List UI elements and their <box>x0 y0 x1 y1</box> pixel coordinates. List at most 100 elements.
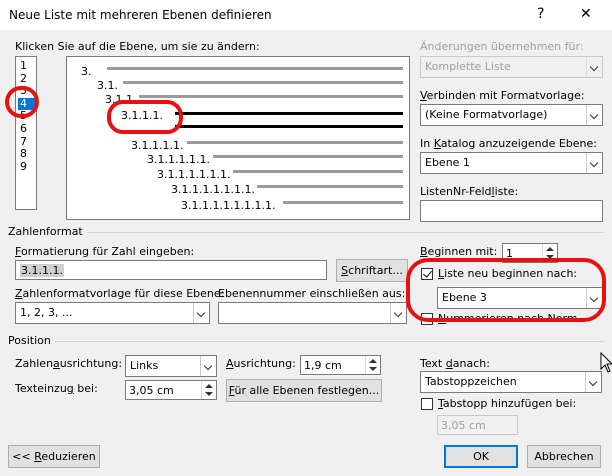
apply-changes-label: Änderungen übernehmen für: <box>420 40 584 53</box>
level-item[interactable]: 4 <box>18 97 36 110</box>
title-bar: Neue Liste mit mehreren Ebenen definiere… <box>0 0 612 30</box>
align-at-spinner[interactable] <box>365 356 380 374</box>
preview-line <box>187 141 403 144</box>
chevron-down-icon <box>586 105 602 125</box>
level-item[interactable]: 7 <box>18 135 36 148</box>
spinner-down-icon <box>369 367 377 371</box>
link-style-label: Verbinden mit Formatvorlage: <box>420 89 585 102</box>
follow-select[interactable]: Tabstoppzeichen <box>420 371 602 393</box>
chevron-down-icon <box>193 303 209 323</box>
level-item[interactable]: 5 <box>18 110 36 122</box>
listnum-label: ListenNr-Feldliste: <box>420 185 519 198</box>
follow-value: Tabstoppzeichen <box>425 375 517 388</box>
indent-input[interactable]: 3,05 cm <box>125 380 217 400</box>
include-level-select[interactable] <box>218 302 407 324</box>
preview-line <box>213 155 403 158</box>
apply-changes-select: Komplette Liste <box>420 56 603 78</box>
chevron-down-icon <box>586 153 602 173</box>
start-at-spinner[interactable] <box>542 244 557 262</box>
level-item[interactable]: 1 <box>18 60 36 72</box>
preview-number: 3.1.1.1.1.1.1.1.1. <box>181 199 276 212</box>
level-item[interactable]: 2 <box>18 72 36 85</box>
start-at-input[interactable]: 1 <box>502 243 558 263</box>
number-align-select[interactable]: Links <box>125 355 217 377</box>
restart-level-select[interactable]: Ebene 3 <box>437 287 603 309</box>
level-list[interactable]: 123456789 <box>15 56 37 210</box>
preview-number: 3.1.1.1.1.1.1. <box>157 168 231 181</box>
position-divider <box>8 341 604 342</box>
preview-number: 3.1.1.1. <box>121 109 163 122</box>
level-preview: 3. 3.1. 3.1.1. 3.1.1.1. 3.1.1.1.1. 3.1.1.1.1.… <box>66 56 410 220</box>
listnum-input[interactable] <box>420 200 603 222</box>
format-input[interactable]: 3.1.1.1. <box>15 260 327 280</box>
chevron-down-icon <box>586 57 602 77</box>
help-icon[interactable]: ? <box>537 6 544 22</box>
restart-checkbox[interactable] <box>421 268 433 280</box>
format-label: Formatierung für Zahl eingeben: <box>15 245 195 258</box>
chevron-down-icon <box>200 356 216 376</box>
spinner-up-icon <box>369 359 377 363</box>
preview-number: 3. <box>81 65 92 78</box>
number-style-select[interactable]: 1, 2, 3, ... <box>15 302 210 324</box>
spinner-up-icon <box>205 384 213 388</box>
follow-label: Text danach: <box>420 357 490 370</box>
restart-level-value: Ebene 3 <box>442 291 487 304</box>
preview-number: 3.1.1. <box>105 93 137 106</box>
spinner-down-icon <box>546 255 554 259</box>
level-item[interactable]: 8 <box>18 148 36 160</box>
gallery-level-select[interactable]: Ebene 1 <box>420 152 603 174</box>
chevron-down-icon <box>586 288 602 308</box>
preview-line <box>233 170 403 173</box>
preview-number: 3.1.1.1.1.1. <box>147 153 210 166</box>
number-format-group-label: Zahlenformat <box>8 225 87 238</box>
apply-changes-value: Komplette Liste <box>425 60 511 73</box>
preview-line <box>175 112 403 115</box>
preview-line <box>107 67 403 70</box>
less-button[interactable]: << Reduzieren <box>8 445 100 468</box>
legal-checkbox[interactable] <box>421 313 433 325</box>
align-at-label: Ausrichtung: <box>226 357 296 370</box>
link-style-value: (Keine Formatvorlage) <box>425 108 548 121</box>
level-picker-label: Klicken Sie auf die Ebene, um sie zu änd… <box>15 40 260 53</box>
level-item[interactable]: 6 <box>18 123 36 135</box>
set-all-levels-button[interactable]: Für alle Ebenen festlegen... <box>226 379 382 402</box>
spinner-up-icon <box>546 247 554 251</box>
close-icon[interactable]: ✕ <box>580 6 592 22</box>
preview-number: 3.1.1.1.1.1.1.1. <box>171 183 255 196</box>
preview-line <box>123 81 403 84</box>
legal-label: Nummerieren nach Norm <box>438 312 578 325</box>
gallery-level-label: In Katalog anzuzeigende Ebene: <box>420 137 597 150</box>
preview-number: 3.1. <box>97 79 118 92</box>
align-at-value: 1,9 cm <box>304 359 342 372</box>
tabstop-input: 3,05 cm <box>437 415 518 435</box>
tabstop-checkbox[interactable] <box>421 398 433 410</box>
chevron-down-icon <box>390 303 406 323</box>
align-label: Zahlenausrichtung: <box>15 357 123 370</box>
preview-line <box>283 201 403 204</box>
start-label: Beginnen mit: <box>420 245 498 258</box>
chevron-down-icon <box>585 372 601 392</box>
position-group-label: Position <box>8 334 55 347</box>
indent-spinner[interactable] <box>201 381 216 399</box>
preview-number: 3.1.1.1.1. <box>131 139 184 152</box>
preview-line <box>139 95 403 98</box>
ok-button[interactable]: OK <box>444 445 518 468</box>
window-title: Neue Liste mit mehreren Ebenen definiere… <box>9 8 272 22</box>
format-value: 3.1.1.1. <box>20 264 64 277</box>
restart-label: Liste neu beginnen nach: <box>438 267 578 280</box>
align-at-input[interactable]: 1,9 cm <box>300 355 381 375</box>
indent-label: Texteinzug bei: <box>15 382 98 395</box>
level-item[interactable]: 3 <box>18 85 36 97</box>
tabstop-label: Tabstopp hinzufügen bei: <box>438 397 577 410</box>
gallery-level-value: Ebene 1 <box>425 156 470 169</box>
tabstop-value: 3,05 cm <box>441 419 486 432</box>
start-at-value: 1 <box>506 247 513 260</box>
number-format-divider <box>8 232 604 233</box>
number-style-value: 1, 2, 3, ... <box>20 306 73 319</box>
spinner-down-icon <box>205 392 213 396</box>
indent-value: 3,05 cm <box>129 384 174 397</box>
font-button[interactable]: Schriftart... <box>336 259 408 282</box>
link-style-select[interactable]: (Keine Formatvorlage) <box>420 104 603 126</box>
level-item[interactable]: 9 <box>18 160 36 173</box>
cancel-button[interactable]: Abbrechen <box>527 445 601 468</box>
